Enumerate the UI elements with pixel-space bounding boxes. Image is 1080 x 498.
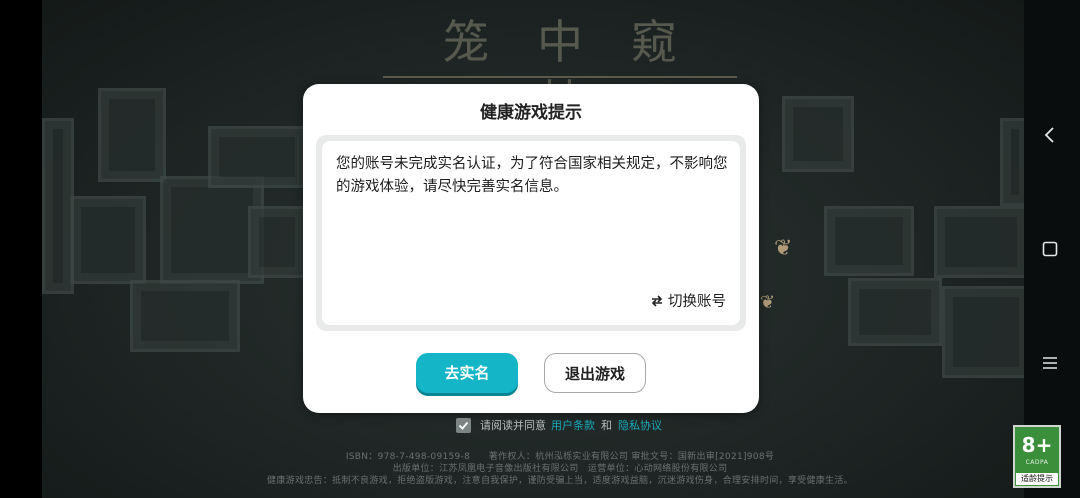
- bg-frame: [824, 206, 914, 276]
- bg-frame: [942, 286, 1024, 378]
- bg-frame: [130, 280, 240, 352]
- terms-link[interactable]: 用户条款: [551, 417, 595, 433]
- message-text: 您的账号未完成实名认证，为了符合国家相关规定，不影响您的游戏体验，请尽快完善实名…: [336, 156, 728, 195]
- bg-frame: [70, 196, 146, 284]
- swap-icon: [650, 294, 664, 308]
- footer-line-2: 出版单位：江苏凤凰电子音像出版社有限公司 运营单位：心动网络股份有限公司: [392, 464, 728, 474]
- agree-checkbox[interactable]: [456, 417, 471, 433]
- bg-frame: [98, 88, 166, 182]
- back-icon: [1044, 127, 1054, 143]
- agreement-prefix: 请阅读并同意: [480, 419, 546, 432]
- menu-button[interactable]: [1037, 350, 1063, 376]
- health-notice-dialog: 健康游戏提示 您的账号未完成实名认证，为了符合国家相关规定，不影响您的游戏体验，…: [303, 84, 759, 413]
- bg-frame: [248, 206, 306, 278]
- message-panel: 您的账号未完成实名认证，为了符合国家相关规定，不影响您的游戏体验，请尽快完善实名…: [322, 141, 740, 325]
- left-edge: [0, 0, 42, 498]
- bg-frame: [208, 126, 306, 188]
- age-rating-badge: 8+ CADPA 适龄提示: [1013, 425, 1061, 488]
- verify-identity-button[interactable]: 去实名: [416, 353, 518, 393]
- footer-line-1: ISBN：978-7-498-09159-8 著作权人：杭州泓栎实业有限公司 审…: [345, 452, 775, 462]
- bg-frame: [934, 206, 1024, 278]
- exit-game-button[interactable]: 退出游戏: [544, 353, 646, 393]
- check-icon: [458, 421, 469, 430]
- agreement-row: 请阅读并同意 用户条款 和 隐私协议: [456, 417, 662, 433]
- age-rating-value: 8+: [1021, 433, 1053, 457]
- recents-icon: [1042, 241, 1058, 257]
- age-rating-org: CADPA: [1025, 459, 1049, 466]
- dialog-title: 健康游戏提示: [480, 103, 582, 123]
- switch-account-link[interactable]: 切换账号: [650, 290, 726, 311]
- recents-button[interactable]: [1037, 236, 1063, 262]
- menu-icon: [1043, 357, 1057, 369]
- agreement-and: 和: [601, 419, 612, 432]
- bg-frame: [42, 118, 74, 294]
- title-underline: [383, 76, 737, 78]
- message-box: 您的账号未完成实名认证，为了符合国家相关规定，不影响您的游戏体验，请尽快完善实名…: [316, 135, 746, 331]
- butterfly-icon: ❦: [774, 236, 793, 261]
- switch-account-label: 切换账号: [668, 294, 726, 310]
- game-title-banner: 笼中窥梦: [383, 12, 737, 129]
- bg-frame: [848, 278, 942, 346]
- bg-frame: [782, 96, 854, 172]
- age-rating-tip: 适龄提示: [1016, 473, 1058, 485]
- privacy-link[interactable]: 隐私协议: [618, 417, 662, 433]
- bg-frame: [1000, 118, 1024, 206]
- footer-line-3: 健康游戏忠告：抵制不良游戏，拒绝盗版游戏，注意自我保护，谨防受骗上当，适度游戏益…: [267, 476, 853, 486]
- back-button[interactable]: [1037, 122, 1063, 148]
- butterfly-icon: ❦: [760, 292, 776, 313]
